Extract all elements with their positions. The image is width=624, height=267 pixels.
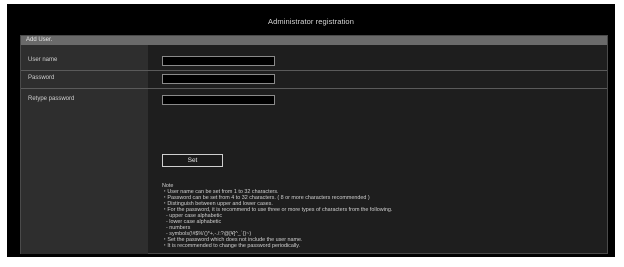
password-input[interactable]	[162, 74, 275, 84]
user-name-label: User name	[28, 57, 58, 63]
admin-registration-screen: Administrator registration Add User. Use…	[7, 4, 615, 257]
user-name-input[interactable]	[162, 56, 275, 66]
retype-password-input[interactable]	[162, 95, 275, 105]
page-title: Administrator registration	[268, 17, 354, 26]
set-button[interactable]: Set	[162, 154, 223, 167]
note-line: ・It is recommended to change the passwor…	[162, 243, 301, 249]
row-divider	[21, 88, 607, 89]
password-label: Password	[28, 75, 55, 81]
panel-header-label: Add User.	[26, 37, 53, 43]
retype-password-label: Retype password	[28, 96, 75, 102]
note-section: Note ・User name can be set from 1 to 32 …	[162, 183, 602, 249]
row-divider	[21, 70, 607, 71]
add-user-panel: Add User. User name Password Retype pass…	[20, 35, 608, 254]
panel-header: Add User.	[21, 36, 607, 45]
